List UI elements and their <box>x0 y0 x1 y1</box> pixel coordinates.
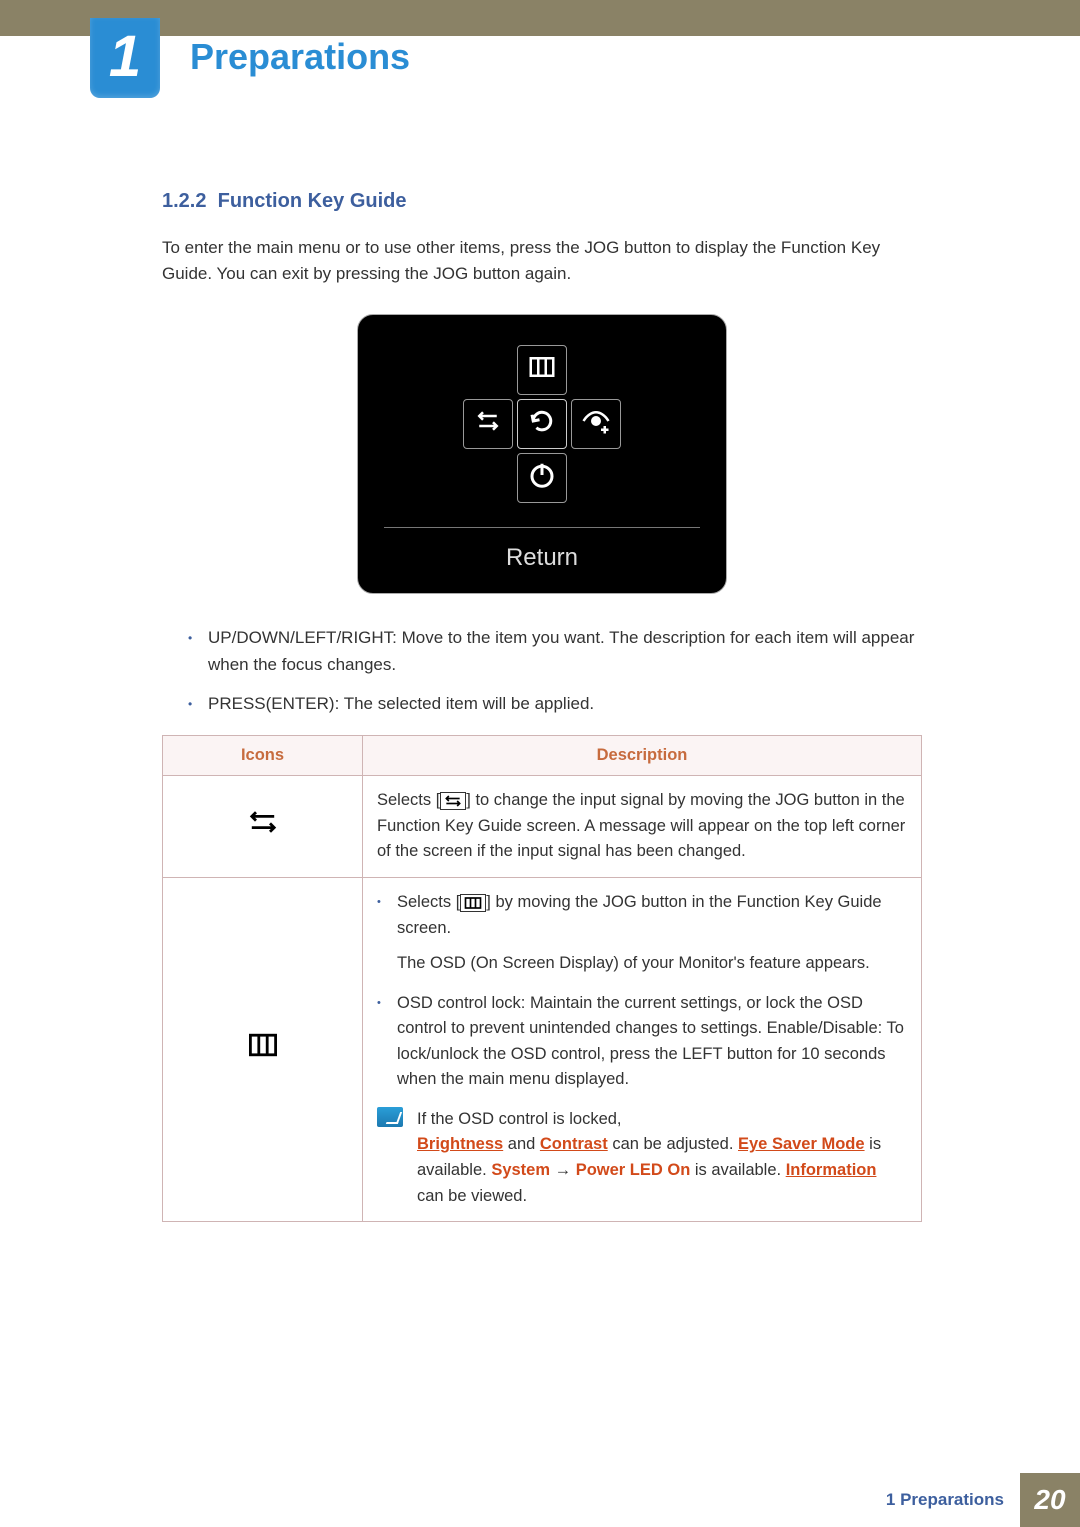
osd-hint-label: Return <box>358 528 726 588</box>
text: Selects [ <box>397 893 460 911</box>
chapter-title: Preparations <box>190 36 410 78</box>
return-icon <box>527 406 557 441</box>
list-item: PRESS(ENTER): The selected item will be … <box>188 690 922 717</box>
section-number: 1.2.2 <box>162 190 206 212</box>
table-header-description: Description <box>363 736 922 776</box>
icon-cell <box>163 776 363 878</box>
intro-paragraph: To enter the main menu or to use other i… <box>162 235 922 288</box>
text: The OSD (On Screen Display) of your Moni… <box>397 951 907 977</box>
list-item: Selects [] by moving the JOG button in t… <box>377 890 907 977</box>
table-header-icons: Icons <box>163 736 363 776</box>
note-text: If the OSD control is locked, Brightness… <box>417 1107 907 1209</box>
list-item: OSD control lock: Maintain the current s… <box>377 991 907 1093</box>
text: and <box>503 1135 540 1153</box>
chapter-number-badge: 1 <box>90 18 160 98</box>
note-icon <box>377 1107 403 1127</box>
source-swap-icon <box>473 406 503 441</box>
icon-description-table: Icons Description Selects [] to change t… <box>162 735 922 1222</box>
osd-left-button <box>463 399 513 449</box>
link-eye-saver-mode[interactable]: Eye Saver Mode <box>738 1135 865 1153</box>
link-contrast[interactable]: Contrast <box>540 1135 608 1153</box>
source-swap-icon <box>246 822 280 840</box>
text-system: System <box>491 1161 550 1179</box>
link-brightness[interactable]: Brightness <box>417 1135 503 1153</box>
text-power-led-on: Power LED On <box>576 1161 691 1179</box>
table-row: Selects [] to change the input signal by… <box>163 776 922 878</box>
top-bar <box>0 0 1080 36</box>
text: If the OSD control is locked, <box>417 1107 907 1133</box>
icon-cell <box>163 877 363 1221</box>
power-icon <box>527 460 557 495</box>
source-swap-icon <box>440 792 466 810</box>
osd-right-button <box>571 399 621 449</box>
footer-chapter-label: 1 Preparations <box>886 1473 1020 1527</box>
osd-up-button <box>517 345 567 395</box>
text: can be viewed. <box>417 1187 527 1205</box>
footer-page-number: 20 <box>1020 1473 1080 1527</box>
table-row: Selects [] by moving the JOG button in t… <box>163 877 922 1221</box>
osd-nav-cross <box>463 345 621 503</box>
text: is available. <box>690 1161 785 1179</box>
text: can be adjusted. <box>608 1135 738 1153</box>
description-cell: Selects [] to change the input signal by… <box>363 776 922 878</box>
menu-icon <box>527 352 557 387</box>
text: Selects [ <box>377 791 440 809</box>
osd-figure: Return <box>357 314 727 594</box>
definition-list: UP/DOWN/LEFT/RIGHT: Move to the item you… <box>188 624 922 718</box>
menu-icon <box>246 1045 280 1063</box>
list-item: UP/DOWN/LEFT/RIGHT: Move to the item you… <box>188 624 922 678</box>
link-information[interactable]: Information <box>786 1161 877 1179</box>
note-block: If the OSD control is locked, Brightness… <box>377 1107 907 1209</box>
section-title: Function Key Guide <box>218 190 407 212</box>
section-heading: 1.2.2 Function Key Guide <box>162 190 922 213</box>
description-cell: Selects [] by moving the JOG button in t… <box>363 877 922 1221</box>
osd-down-button <box>517 453 567 503</box>
eye-plus-icon <box>581 406 611 441</box>
menu-icon <box>460 894 486 912</box>
text: → <box>550 1161 576 1179</box>
page-content: 1.2.2 Function Key Guide To enter the ma… <box>162 190 922 1222</box>
page-footer: 1 Preparations 20 <box>0 1473 1080 1527</box>
osd-center-button <box>517 399 567 449</box>
